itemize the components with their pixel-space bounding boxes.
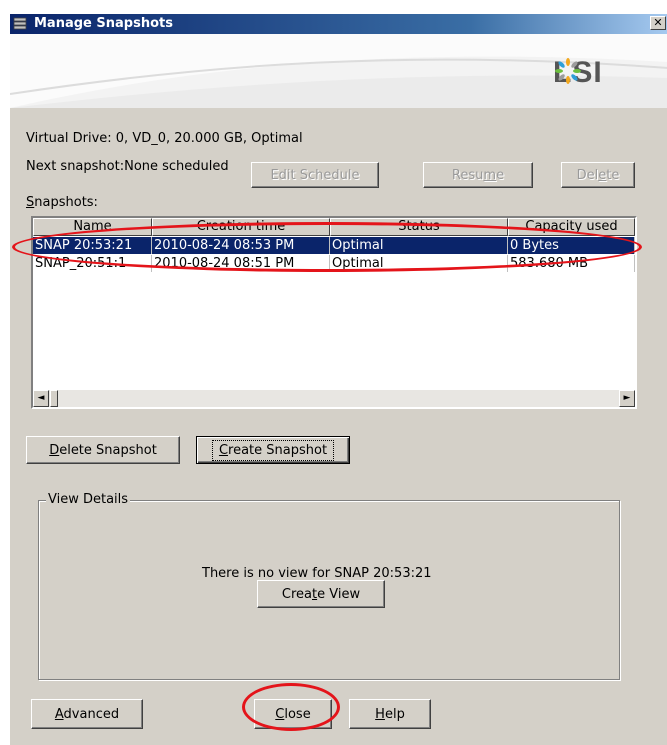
cell-name: SNAP_20:51:1 xyxy=(33,255,152,272)
next-snapshot-label: Next snapshot:None scheduled xyxy=(26,159,229,174)
edit-schedule-label: Edit Schedule xyxy=(270,167,360,183)
resume-button[interactable]: Resume xyxy=(423,162,533,188)
snapshots-list[interactable]: Name Creation time Status Capacity used … xyxy=(31,216,637,409)
scroll-left-icon[interactable]: ◄ xyxy=(33,390,49,407)
create-snapshot-button[interactable]: Create Snapshot xyxy=(196,436,350,464)
logo-mark-petal xyxy=(571,61,578,68)
advanced-label: Advanced xyxy=(54,706,120,722)
view-details-legend: View Details xyxy=(46,492,131,508)
virtual-drive-label: Virtual Drive: 0, VD_0, 20.000 GB, Optim… xyxy=(26,131,303,146)
logo-mark-petal xyxy=(558,74,565,81)
logo-mark-icon xyxy=(555,58,581,84)
logo-mark-petal xyxy=(573,69,581,73)
logo-mark-petal xyxy=(566,58,570,66)
delete-snapshot-label: Delete Snapshot xyxy=(49,442,157,458)
delete-label: Delete xyxy=(576,167,620,183)
column-name[interactable]: Name xyxy=(33,218,152,236)
lsi-logo: LSI xyxy=(553,56,648,90)
table-row[interactable]: SNAP_20:51:1 2010-08-24 08:51 PM Optimal… xyxy=(33,255,635,272)
column-capacity-used[interactable]: Capacity used xyxy=(508,218,635,236)
cell-created: 2010-08-24 08:51 PM xyxy=(152,255,330,272)
list-header: Name Creation time Status Capacity used xyxy=(33,218,635,236)
delete-button[interactable]: Delete xyxy=(561,162,635,188)
title-bar[interactable]: Manage Snapshots ✕ xyxy=(10,14,667,34)
manage-snapshots-dialog: Manage Snapshots ✕ LSI Virtual Drive: 0,… xyxy=(9,13,667,745)
create-snapshot-label: Create Snapshot xyxy=(211,439,335,461)
logo-mark-petal xyxy=(555,69,563,73)
column-status[interactable]: Status xyxy=(330,218,508,236)
cell-status: Optimal xyxy=(330,255,508,272)
cell-capacity: 583.680 MB xyxy=(508,255,635,272)
table-row[interactable]: SNAP 20:53:21 2010-08-24 08:53 PM Optima… xyxy=(33,237,635,254)
cell-created: 2010-08-24 08:53 PM xyxy=(152,237,330,254)
scroll-thumb[interactable] xyxy=(50,390,58,407)
help-button[interactable]: Help xyxy=(349,699,431,729)
help-label: Help xyxy=(375,706,405,722)
cell-status: Optimal xyxy=(330,237,508,254)
logo-mark-petal xyxy=(566,76,570,84)
banner: LSI xyxy=(10,34,667,108)
close-button[interactable]: Close xyxy=(254,699,332,729)
cell-name: SNAP 20:53:21 xyxy=(33,237,152,254)
horizontal-scrollbar[interactable]: ◄ ► xyxy=(33,390,635,407)
cell-capacity: 0 Bytes xyxy=(508,237,635,254)
scroll-right-icon[interactable]: ► xyxy=(619,390,635,407)
resume-label: Resume xyxy=(451,167,505,183)
create-view-label: Create View xyxy=(281,586,361,602)
storage-icon xyxy=(13,17,27,30)
edit-schedule-button[interactable]: Edit Schedule xyxy=(251,162,379,188)
close-icon[interactable]: ✕ xyxy=(650,16,666,30)
create-view-button[interactable]: Create View xyxy=(257,580,385,608)
advanced-button[interactable]: Advanced xyxy=(31,699,143,729)
logo-mark-petal xyxy=(571,74,578,81)
column-creation-time[interactable]: Creation time xyxy=(152,218,330,236)
snapshots-label: Snapshots: xyxy=(26,195,98,210)
close-label: Close xyxy=(275,706,311,722)
delete-snapshot-button[interactable]: Delete Snapshot xyxy=(26,436,180,464)
logo-mark-petal xyxy=(558,61,565,68)
window-title: Manage Snapshots xyxy=(34,16,173,31)
